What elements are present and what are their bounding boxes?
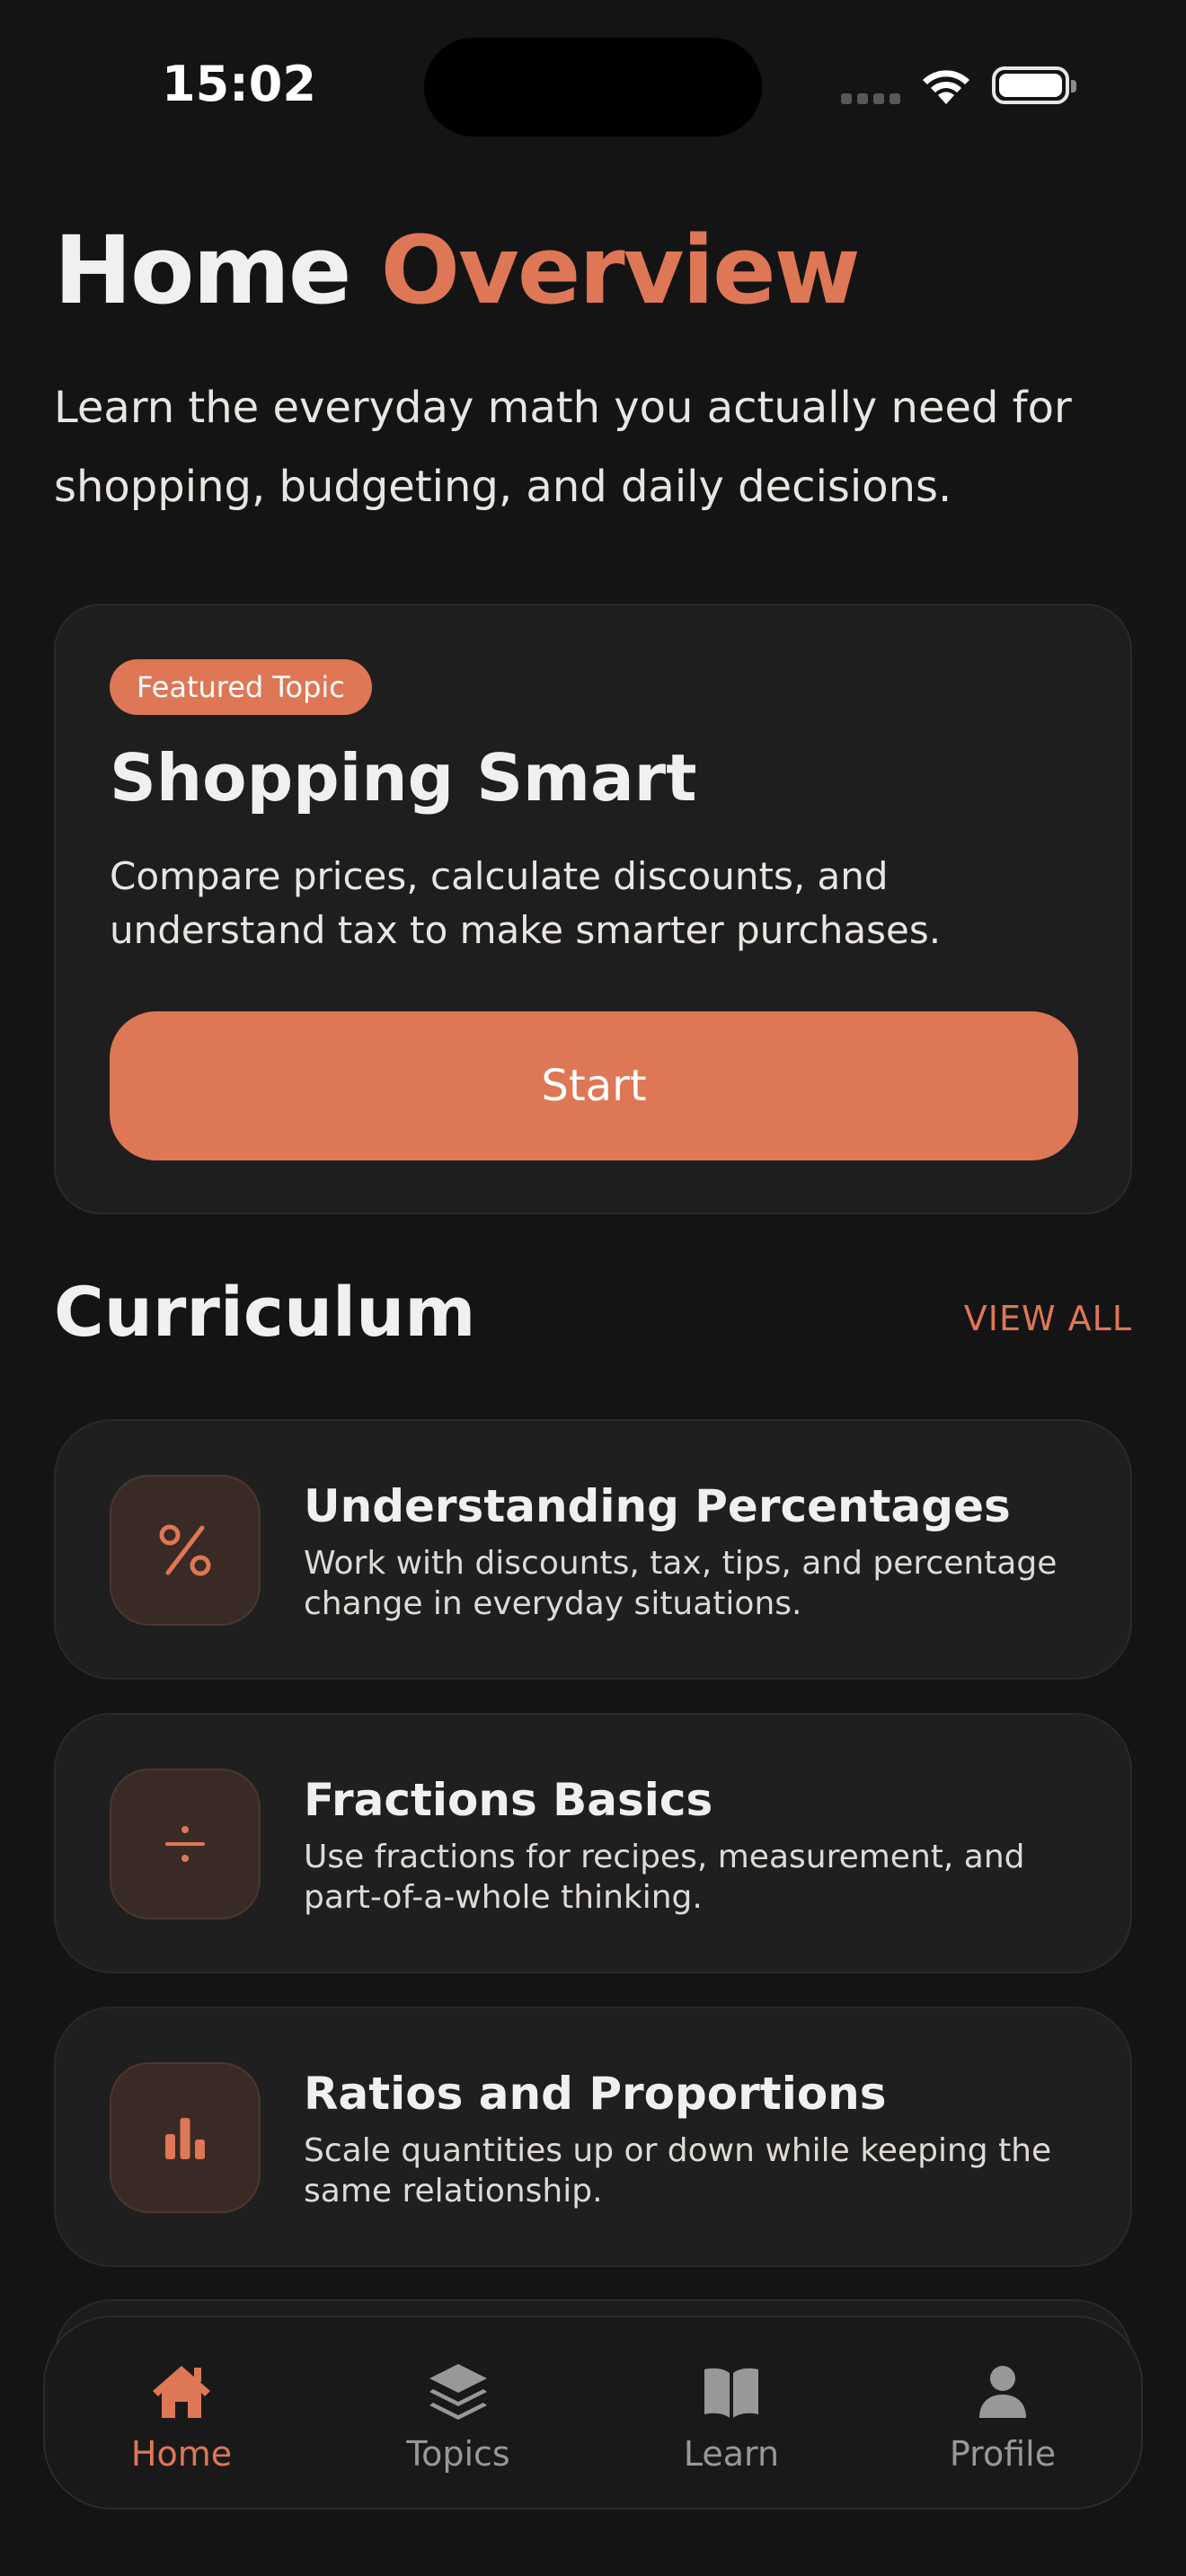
view-all-link[interactable]: VIEW ALL	[964, 1299, 1132, 1338]
featured-badge: Featured Topic	[110, 659, 372, 715]
tab-label-home: Home	[130, 2434, 233, 2474]
page-title: Home Overview	[54, 216, 861, 325]
featured-topic-card: Featured Topic Shopping Smart Compare pr…	[54, 604, 1132, 1214]
layers-icon	[429, 2364, 487, 2420]
wifi-icon	[923, 70, 969, 104]
tab-topics[interactable]: Topics	[350, 2317, 566, 2508]
tab-label-learn: Learn	[683, 2434, 780, 2474]
person-icon	[979, 2366, 1026, 2418]
featured-description: Compare prices, calculate discounts, and…	[110, 854, 942, 952]
topic-description: Scale quantities up or down while keepin…	[304, 2132, 1052, 2210]
featured-title: Shopping Smart	[110, 740, 697, 816]
page-title-main: Home	[54, 216, 351, 325]
bottom-tab-bar: Home Topics Learn Profile	[43, 2316, 1143, 2510]
topic-card-ratios[interactable]: Ratios and Proportions Scale quantities …	[54, 2007, 1132, 2267]
battery-icon	[992, 66, 1076, 104]
page-subtitle: Learn the everyday math you actually nee…	[54, 383, 1072, 512]
tab-label-topics: Topics	[406, 2434, 510, 2474]
topic-description: Work with discounts, tax, tips, and perc…	[304, 1545, 1058, 1622]
topic-title: Understanding Percentages	[304, 1480, 1011, 1532]
cellular-signal-icon	[841, 93, 900, 104]
start-button[interactable]: Start	[110, 1011, 1078, 1160]
tab-home[interactable]: Home	[74, 2317, 289, 2508]
curriculum-title: Curriculum	[54, 1272, 476, 1352]
divide-icon	[110, 1769, 261, 1919]
tab-label-profile: Profile	[949, 2434, 1057, 2474]
tab-learn[interactable]: Learn	[624, 2317, 839, 2508]
topic-card-percentages[interactable]: Understanding Percentages Work with disc…	[54, 1419, 1132, 1680]
dynamic-island	[424, 38, 762, 137]
home-icon	[153, 2366, 210, 2418]
tab-profile[interactable]: Profile	[895, 2317, 1111, 2508]
page-title-accent: Overview	[380, 216, 861, 325]
topic-description: Use fractions for recipes, measurement, …	[304, 1839, 1025, 1916]
topic-title: Ratios and Proportions	[304, 2068, 887, 2120]
book-icon	[704, 2368, 758, 2418]
topic-card-fractions[interactable]: Fractions Basics Use fractions for recip…	[54, 1713, 1132, 1973]
topic-title: Fractions Basics	[304, 1774, 713, 1826]
status-time: 15:02	[162, 56, 316, 112]
bar-chart-icon	[110, 2062, 261, 2213]
percent-icon	[110, 1475, 261, 1626]
status-bar: 15:02	[0, 0, 1186, 171]
